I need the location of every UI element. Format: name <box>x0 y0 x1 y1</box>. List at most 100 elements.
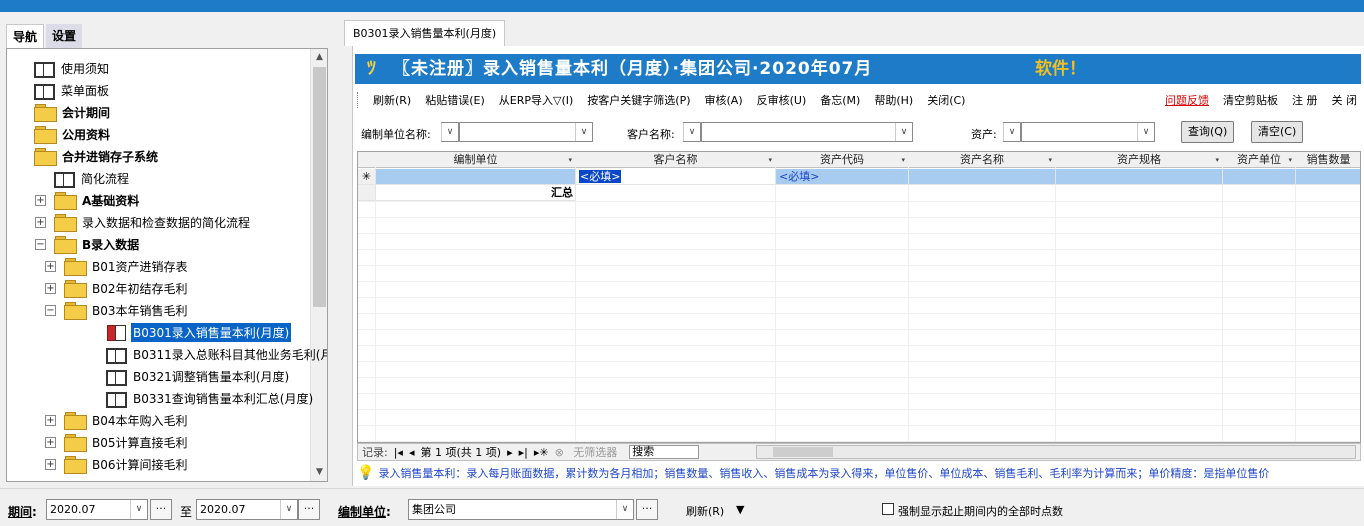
tree-item[interactable]: + B01资产进销存表 <box>45 255 190 277</box>
help-button[interactable]: 帮助(H) <box>874 92 913 108</box>
tab-document[interactable]: B0301录入销售量本利(月度) <box>344 20 506 46</box>
refresh-dropdown-icon[interactable]: ▼ <box>736 503 744 516</box>
asset-operator-select[interactable]: ∨ <box>1003 122 1021 142</box>
tree-item[interactable]: 公用资料 <box>34 123 112 145</box>
filter-by-customer-button[interactable]: 按客户关键字筛选(P) <box>587 92 690 108</box>
tree-item[interactable]: 会计期间 <box>34 101 112 123</box>
tree-item[interactable]: + 录入数据和检查数据的简化流程 <box>35 211 252 233</box>
expand-icon[interactable]: + <box>35 216 46 228</box>
expand-icon[interactable]: + <box>45 458 56 470</box>
sort-arrow-icon[interactable]: ▾ <box>901 152 905 168</box>
grid-cell[interactable] <box>1223 169 1296 185</box>
close-app-button[interactable]: 关 闭 <box>1332 92 1358 108</box>
expand-icon[interactable]: + <box>45 282 56 294</box>
unit-select[interactable]: 集团公司 ∨ <box>408 499 634 520</box>
column-header[interactable]: 销售数量 <box>1296 152 1360 168</box>
column-header-label: 资产单位 <box>1237 153 1281 166</box>
register-button[interactable]: 注 册 <box>1292 92 1318 108</box>
tree-item[interactable]: 使用须知 <box>34 57 111 79</box>
tree-item[interactable]: 合并进销存子系统 <box>34 145 160 167</box>
last-record-icon[interactable]: ▸| <box>519 446 528 459</box>
record-position[interactable]: 第 1 项(共 1 项) <box>420 444 501 460</box>
tree-item[interactable]: 菜单面板 <box>34 79 111 101</box>
grid-cell[interactable]: <必填> <box>776 169 909 185</box>
prev-record-icon[interactable]: ◂ <box>409 446 415 459</box>
next-record-icon[interactable]: ▸ <box>507 446 513 459</box>
grid-hscrollbar[interactable] <box>756 445 1356 459</box>
scroll-up-icon[interactable]: ▲ <box>311 49 327 66</box>
period-from-picker-button[interactable]: ··· <box>150 499 172 520</box>
tree-item[interactable]: − B03本年销售毛利 <box>45 299 190 321</box>
new-record-icon[interactable]: ▸✳ <box>534 446 549 459</box>
select-all-corner[interactable] <box>358 152 376 168</box>
unit-filter-select[interactable]: ∨ <box>459 122 593 142</box>
column-header[interactable]: 编制单位 ▾ <box>376 152 576 168</box>
sort-arrow-icon[interactable]: ▾ <box>1215 152 1219 168</box>
import-erp-button[interactable]: 从ERP导入▽(I) <box>499 92 574 108</box>
row-selector[interactable]: ✳ <box>358 169 376 185</box>
expand-icon[interactable]: + <box>45 414 56 426</box>
tree-item[interactable]: + A基础资料 <box>35 189 141 211</box>
feedback-link[interactable]: 问题反馈 <box>1165 92 1209 108</box>
close-button[interactable]: 关闭(C) <box>927 92 965 108</box>
tab-settings[interactable]: 设置 <box>46 24 83 48</box>
tree-item[interactable]: + B05计算直接毛利 <box>45 431 190 453</box>
column-header[interactable]: 资产名称 ▾ <box>909 152 1056 168</box>
unaudit-button[interactable]: 反审核(U) <box>757 92 807 108</box>
tree-item[interactable]: B0321调整销售量本利(月度) <box>106 365 291 387</box>
tree-item-label: B0321调整销售量本利(月度) <box>133 369 290 384</box>
expand-icon[interactable]: + <box>45 260 56 272</box>
toolbar-grip <box>357 92 359 108</box>
tab-navigation[interactable]: 导航 <box>6 24 45 48</box>
new-record-row[interactable]: ✳ <必填> <必填> <box>358 169 1360 185</box>
customer-operator-select[interactable]: ∨ <box>683 122 701 142</box>
tree-item[interactable]: − B录入数据 <box>35 233 141 255</box>
column-header[interactable]: 客户名称 ▾ <box>576 152 776 168</box>
sort-arrow-icon[interactable]: ▾ <box>1288 152 1292 168</box>
clear-clipboard-button[interactable]: 清空剪贴板 <box>1223 92 1278 108</box>
column-header[interactable]: 资产代码 ▾ <box>776 152 909 168</box>
tree-item[interactable]: + B06计算间接毛利 <box>45 453 190 475</box>
grid-cell[interactable] <box>1056 169 1223 185</box>
audit-button[interactable]: 审核(A) <box>705 92 743 108</box>
tree-item[interactable]: 简化流程 <box>54 167 131 189</box>
sort-arrow-icon[interactable]: ▾ <box>568 152 572 168</box>
scroll-down-icon[interactable]: ▼ <box>311 464 327 481</box>
grid-cell[interactable] <box>909 169 1056 185</box>
tree-item[interactable]: + B04本年购入毛利 <box>45 409 190 431</box>
grid-cell[interactable] <box>376 169 576 185</box>
tree-item[interactable]: B0301录入销售量本利(月度) <box>106 321 292 343</box>
customer-filter-select[interactable]: ∨ <box>701 122 913 142</box>
expand-icon[interactable]: + <box>35 194 46 206</box>
refresh-status-button[interactable]: 刷新(R) <box>686 503 724 519</box>
column-header[interactable]: 资产单位 ▾ <box>1223 152 1296 168</box>
tree-item[interactable]: B0311录入总账科目其他业务毛利(月度) <box>106 343 327 365</box>
first-record-icon[interactable]: |◂ <box>394 446 403 459</box>
expand-icon[interactable]: + <box>45 436 56 448</box>
grid-cell[interactable]: <必填> <box>576 169 776 185</box>
grid-cell[interactable] <box>1296 169 1360 185</box>
clear-button[interactable]: 清空(C) <box>1251 121 1304 143</box>
collapse-icon[interactable]: − <box>45 304 56 316</box>
sort-arrow-icon[interactable]: ▾ <box>1048 152 1052 168</box>
period-to-picker-button[interactable]: ··· <box>298 499 320 520</box>
unit-picker-button[interactable]: ··· <box>636 499 658 520</box>
refresh-button[interactable]: 刷新(R) <box>373 92 411 108</box>
collapse-icon[interactable]: − <box>35 238 46 250</box>
paste-errors-button[interactable]: 粘贴错误(E) <box>425 92 485 108</box>
tree-item[interactable]: B0331查询销售量本利汇总(月度) <box>106 387 315 409</box>
asset-filter-select[interactable]: ∨ <box>1021 122 1155 142</box>
scrollbar-thumb[interactable] <box>313 67 326 307</box>
period-from-select[interactable]: 2020.07 ∨ <box>46 499 148 520</box>
unit-operator-select[interactable]: ∨ <box>441 122 459 142</box>
tree-scrollbar[interactable]: ▲ ▼ <box>310 49 327 481</box>
period-to-select[interactable]: 2020.07 ∨ <box>196 499 298 520</box>
search-input[interactable]: 搜索 <box>629 445 700 459</box>
memo-button[interactable]: 备忘(M) <box>820 92 860 108</box>
query-button[interactable]: 查询(Q) <box>1181 121 1235 143</box>
scrollbar-thumb[interactable] <box>773 447 833 457</box>
show-all-points-checkbox[interactable] <box>882 503 894 515</box>
tree-item[interactable]: + B02年初结存毛利 <box>45 277 190 299</box>
column-header[interactable]: 资产规格 ▾ <box>1056 152 1223 168</box>
sort-arrow-icon[interactable]: ▾ <box>768 152 772 168</box>
